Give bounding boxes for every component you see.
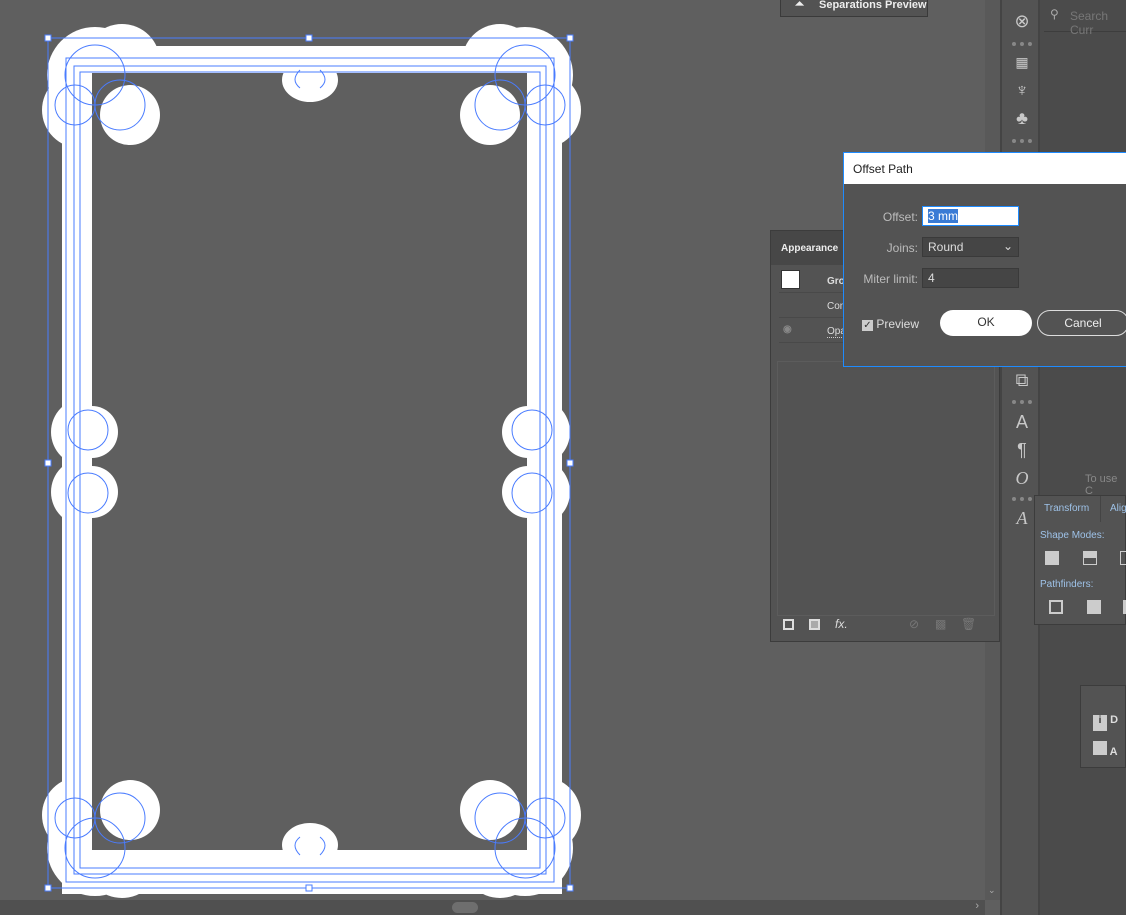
attributes-item[interactable]: A [1093,741,1118,758]
new-stroke-icon[interactable] [783,619,794,630]
joins-select[interactable]: Round ⌄ [922,237,1019,257]
offset-path-dialog: Offset Path Offset: 3 mm Joins: Round ⌄ M… [843,152,1126,367]
dialog-title: Offset Path [844,153,1126,184]
clear-icon[interactable]: ⊘ [909,617,919,631]
trim-icon[interactable] [1087,600,1101,614]
document-info-icon: i [1093,715,1107,731]
unite-icon[interactable] [1045,551,1059,565]
dock-grip[interactable] [1012,42,1032,46]
miter-limit-label: Miter limit: [863,272,918,286]
divide-icon[interactable] [1049,600,1063,614]
trash-icon[interactable]: 🗑 [961,617,976,631]
new-fill-icon[interactable] [809,619,820,630]
pathfinders-label: Pathfinders: [1040,579,1094,590]
horizontal-scrollbar[interactable]: › [0,900,985,915]
scroll-down-icon[interactable]: ⌄ [988,885,996,896]
symbols-icon[interactable]: ⊗ [1010,9,1034,33]
character-icon[interactable]: A [1010,410,1034,434]
cancel-button[interactable]: Cancel [1037,310,1126,336]
duplicate-icon[interactable]: ▩ [935,617,946,631]
dock-grip[interactable] [1012,497,1032,501]
preview-checkbox[interactable]: ✓ Preview [862,317,919,331]
dock-grip[interactable] [1012,139,1032,143]
transform-icon[interactable]: ⧉ [1010,368,1034,392]
search-icon: ⚲ [1050,7,1059,21]
joins-label: Joins: [886,241,918,255]
search-input[interactable]: ⚲ Search Curr [1044,2,1126,37]
appearance-list [777,361,995,616]
tab-transform[interactable]: Transform [1035,496,1101,522]
horizontal-scroll-thumb[interactable] [452,902,478,913]
checkmark-icon: ✓ [862,320,873,331]
attributes-icon [1093,741,1107,755]
shape-modes-label: Shape Modes: [1040,530,1105,541]
glyphs-icon[interactable]: A [1010,506,1034,530]
document-info-item[interactable]: i D [1093,714,1118,731]
pathfinder-panel: Transform Alig Shape Modes: Pathfinders: [1034,495,1126,625]
offset-input[interactable]: 3 mm [922,206,1019,226]
tab-align[interactable]: Alig [1110,496,1126,522]
opentype-icon[interactable]: O [1010,466,1034,490]
offset-label: Offset: [882,210,918,224]
dock-grip[interactable] [1012,400,1032,404]
chevron-down-icon: ⌄ [1002,239,1013,253]
separations-icon: ⏶ [795,0,804,10]
visibility-eye-icon[interactable]: ◉ [783,324,792,335]
brushes-icon[interactable]: ♆ [1010,78,1034,102]
hint-text: To use C [1085,473,1118,497]
minus-front-icon[interactable] [1083,551,1097,565]
libraries-panel [1040,0,1126,915]
fill-swatch[interactable] [781,270,800,289]
intersect-icon[interactable] [1120,551,1126,565]
fx-icon[interactable]: fx. [835,617,848,631]
panel-icon-dock: ⊗ ▦ ♆ ♣ ⧉ A ¶ O A [1000,0,1040,915]
properties-panel: i D A [1080,685,1126,768]
separations-preview-tab[interactable]: ⏶ Separations Preview [780,0,928,17]
club-symbol-icon[interactable]: ♣ [1010,106,1034,130]
swatches-icon[interactable]: ▦ [1010,50,1034,74]
miter-limit-input[interactable]: 4 [922,268,1019,288]
paragraph-icon[interactable]: ¶ [1010,438,1034,462]
ok-button[interactable]: OK [940,310,1032,336]
scroll-right-icon[interactable]: › [975,900,979,912]
